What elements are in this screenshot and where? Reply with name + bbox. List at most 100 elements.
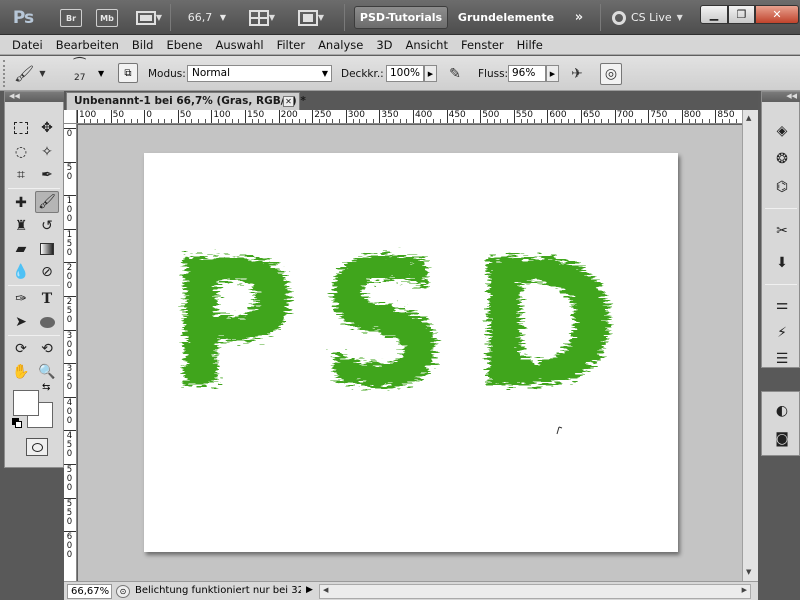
menu-analyse[interactable]: Analyse (312, 38, 370, 52)
clone-source-panel-button[interactable]: ⬇ (770, 252, 794, 274)
eraser-tool[interactable]: ▰ (9, 238, 33, 260)
vertical-scrollbar[interactable]: ▲ ▼ (742, 110, 758, 581)
brush-presets-panel-button[interactable]: ◐ (770, 400, 794, 422)
grass-text: PSD (168, 222, 642, 427)
close-button[interactable]: ✕ (755, 5, 799, 24)
menu-bild[interactable]: Bild (126, 38, 161, 52)
brush-tool[interactable]: 🖌 (35, 191, 59, 213)
swap-colors-icon[interactable]: ⇆ (42, 382, 50, 393)
chevron-down-icon: ▼ (321, 69, 328, 78)
vertical-ruler[interactable]: 0 50 100 150 200 250 300 350 400 450 500 550 600 (64, 124, 77, 581)
view-extras-button[interactable]: ▼ (132, 7, 166, 28)
crop-tool[interactable]: ⌗ (9, 164, 33, 186)
ruler-label: 400 (415, 110, 433, 120)
ruler-minor-tick (601, 119, 603, 123)
ruler-origin[interactable] (64, 110, 77, 124)
clone-stamp-tool[interactable]: ♜ (9, 215, 33, 237)
scroll-left-icon[interactable]: ◀ (323, 586, 328, 594)
scroll-up-icon[interactable]: ▲ (746, 114, 751, 122)
mini-bridge-button[interactable]: Mb (96, 9, 118, 27)
3d-rotate-tool[interactable]: ⟳ (9, 338, 33, 360)
eyedropper-tool[interactable]: ✒ (35, 164, 59, 186)
screen-mode-button[interactable]: ▼ (291, 7, 331, 28)
ruler-minor-tick (171, 119, 173, 123)
flow-slider-button[interactable]: ▶ (546, 65, 559, 82)
zoom-tool[interactable]: 🔍 (35, 361, 59, 383)
menu-auswahl[interactable]: Auswahl (209, 38, 270, 52)
menu-bearbeiten[interactable]: Bearbeiten (50, 38, 126, 52)
pressure-size-button[interactable]: ◎ (600, 63, 622, 85)
horizontal-ruler[interactable]: 100 50 0 50 100 150 200 250 300 350 400 450 500 550 60… (77, 110, 742, 124)
pressure-opacity-button[interactable]: ✎ (444, 63, 466, 85)
zoom-dropdown-icon[interactable]: ▼ (216, 7, 230, 28)
document-tab[interactable]: Unbenannt-1 bei 66,7% (Gras, RGB/8) * ✕ (66, 92, 306, 110)
more-workspaces-button[interactable]: » (568, 7, 590, 28)
flow-input[interactable]: 96% (508, 65, 546, 82)
opacity-input[interactable]: 100% (386, 65, 424, 82)
blur-tool[interactable]: 💧 (9, 261, 33, 283)
menu-fenster[interactable]: Fenster (455, 38, 511, 52)
menu-ebene[interactable]: Ebene (160, 38, 209, 52)
quick-mask-button[interactable] (26, 438, 48, 456)
lasso-tool[interactable]: ◌ (9, 141, 33, 163)
arrange-documents-button[interactable]: ▼ (242, 7, 282, 28)
brush-panel-toggle[interactable]: ⧉ (118, 63, 138, 83)
status-menu-arrow-icon[interactable]: ▶ (306, 585, 313, 595)
default-colors-icon[interactable] (12, 418, 22, 428)
ruler-minor-tick (372, 119, 374, 123)
ruler-minor-tick (439, 119, 441, 123)
channels-panel-button[interactable]: ❂ (770, 148, 794, 170)
tool-preset-picker[interactable]: 🖌 ▼ (14, 62, 54, 85)
panel-dock-expand[interactable]: ◀◀ (762, 92, 800, 102)
move-tool[interactable]: ✥ (35, 117, 59, 139)
adjustments-panel-button[interactable]: ⚌ (770, 294, 794, 316)
menu-filter[interactable]: Filter (271, 38, 312, 52)
tools-panel-collapse[interactable]: ◀◀ (5, 92, 65, 102)
document-canvas[interactable]: PSD (144, 153, 678, 552)
foreground-color-swatch[interactable] (13, 390, 39, 416)
menu-datei[interactable]: Datei (6, 38, 50, 52)
shape-tool[interactable] (35, 311, 59, 333)
scroll-right-icon[interactable]: ▶ (742, 586, 747, 594)
menu-hilfe[interactable]: Hilfe (511, 38, 550, 52)
menu-ansicht[interactable]: Ansicht (400, 38, 455, 52)
3d-orbit-tool[interactable]: ⟲ (35, 338, 59, 360)
healing-brush-tool[interactable]: ✚ (9, 192, 33, 214)
dodge-tool[interactable]: ⊘ (35, 261, 59, 283)
hand-tool[interactable]: ✋ (9, 361, 33, 383)
paths-panel-button[interactable]: ⌬ (770, 176, 794, 198)
minimize-button[interactable]: ▁ (700, 5, 728, 24)
brush-preset-picker[interactable]: ⁀ 27 ▼ (68, 58, 112, 88)
menu-3d[interactable]: 3D (370, 38, 399, 52)
horizontal-scrollbar[interactable]: ◀ ▶ (319, 584, 751, 599)
close-document-icon[interactable]: ✕ (283, 96, 294, 107)
chevron-down-icon: ▼ (268, 13, 276, 22)
options-bar-grip[interactable] (3, 60, 9, 87)
mode-select[interactable]: Normal ▼ (187, 65, 332, 82)
path-selection-tool[interactable]: ➤ (9, 311, 33, 333)
status-zoom-input[interactable]: 66,67% (67, 584, 112, 599)
type-tool[interactable]: T (35, 288, 59, 310)
gradient-tool[interactable] (35, 238, 59, 260)
restore-button[interactable]: ❐ (728, 5, 755, 24)
masks-panel-button[interactable]: ◙ (770, 428, 794, 450)
bridge-button[interactable]: Br (60, 9, 82, 27)
pen-tool[interactable]: ✑ (9, 288, 33, 310)
layers-panel-button[interactable]: ◈ (770, 120, 794, 142)
layer-comps-panel-button[interactable]: ☰ (770, 348, 794, 370)
usb-panel-button[interactable]: ⚡ (770, 322, 794, 344)
3d-rotate-icon: ⟳ (15, 341, 27, 357)
history-brush-icon: ↺ (41, 218, 53, 234)
quick-selection-tool[interactable]: ✧ (35, 141, 59, 163)
tool-presets-panel-button[interactable]: ✂ (770, 220, 794, 242)
scroll-down-icon[interactable]: ▼ (746, 568, 751, 576)
airbrush-button[interactable]: ✈ (566, 63, 588, 85)
workspace-grundelemente[interactable]: Grundelemente (456, 6, 556, 29)
workspace-psd-tutorials-tab[interactable]: PSD-Tutorials (354, 6, 448, 29)
opacity-slider-button[interactable]: ▶ (424, 65, 437, 82)
history-brush-tool[interactable]: ↺ (35, 215, 59, 237)
marquee-tool[interactable] (9, 117, 33, 139)
cs-live-button[interactable]: CS Live ▼ (612, 7, 692, 28)
status-info-icon[interactable]: ⊙ (116, 585, 130, 598)
zoom-level[interactable]: 66,7 (185, 7, 215, 28)
